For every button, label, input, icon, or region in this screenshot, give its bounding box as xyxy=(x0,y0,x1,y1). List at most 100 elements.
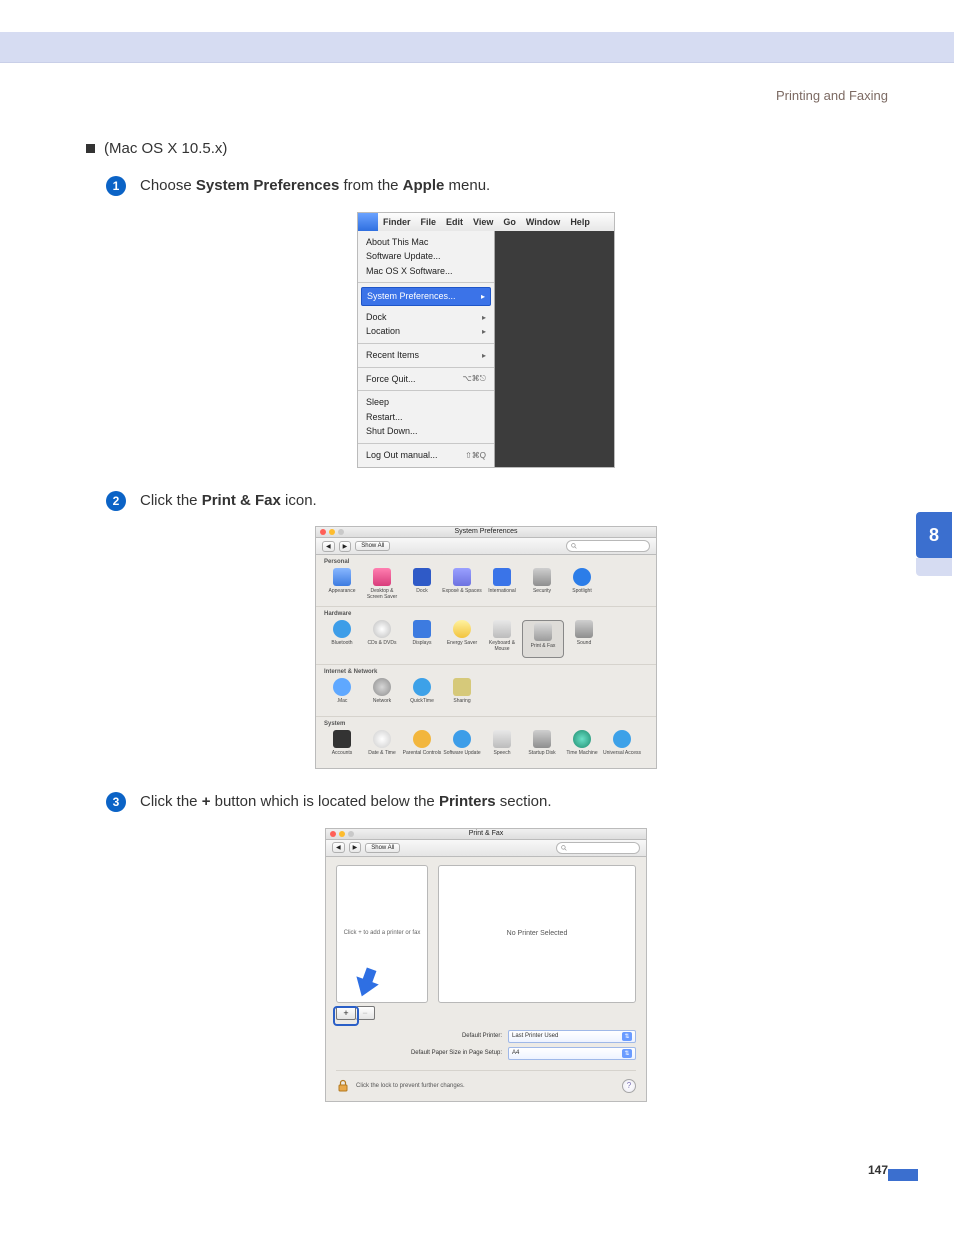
menu-shutdown[interactable]: Shut Down... xyxy=(366,424,486,439)
forward-button[interactable]: ▶ xyxy=(339,541,352,552)
menu-group: About This Mac Software Update... Mac OS… xyxy=(358,231,494,284)
show-all-button[interactable]: Show All xyxy=(355,541,390,551)
pref-startup-disk[interactable]: Startup Disk xyxy=(522,730,562,762)
pref-dotmac[interactable]: .Mac xyxy=(322,678,362,710)
menu-restart[interactable]: Restart... xyxy=(366,410,486,425)
content: (Mac OS X 10.5.x) 1 Choose System Prefer… xyxy=(86,140,886,1124)
menu-edit[interactable]: Edit xyxy=(441,217,468,227)
desktop-icon xyxy=(373,568,391,586)
menu-logout[interactable]: Log Out manual...⇧⌘Q xyxy=(366,448,486,463)
back-button[interactable]: ◀ xyxy=(332,842,345,853)
pref-spotlight[interactable]: Spotlight xyxy=(562,568,602,600)
pref-date-time[interactable]: Date & Time xyxy=(362,730,402,762)
menu-group: Force Quit...⌥⌘⎋ xyxy=(358,368,494,392)
quicktime-icon xyxy=(413,678,431,696)
universal-access-icon xyxy=(613,730,631,748)
forward-button[interactable]: ▶ xyxy=(349,842,362,853)
date-time-icon xyxy=(373,730,391,748)
dock-icon xyxy=(413,568,431,586)
pref-parental[interactable]: Parental Controls xyxy=(402,730,442,762)
pref-appearance[interactable]: Appearance xyxy=(322,568,362,600)
pref-expose[interactable]: Exposé & Spaces xyxy=(442,568,482,600)
sharing-icon xyxy=(453,678,471,696)
menu-file[interactable]: File xyxy=(416,217,442,227)
menu-help[interactable]: Help xyxy=(565,217,595,227)
bold: System Preferences xyxy=(196,177,339,194)
default-printer-select[interactable]: Last Printer Used⇅ xyxy=(508,1030,636,1043)
default-printer-row: Default Printer: Last Printer Used⇅ xyxy=(336,1030,636,1043)
apple-menu-icon[interactable] xyxy=(358,213,378,231)
chevron-updown-icon: ⇅ xyxy=(622,1032,632,1041)
menu-dock[interactable]: Dock▸ xyxy=(366,310,486,325)
menu-recent-items[interactable]: Recent Items▸ xyxy=(366,348,486,363)
pref-universal-access[interactable]: Universal Access xyxy=(602,730,642,762)
search-input[interactable] xyxy=(556,842,640,854)
pref-speech[interactable]: Speech xyxy=(482,730,522,762)
app-name[interactable]: Finder xyxy=(378,217,416,227)
pref-displays[interactable]: Displays xyxy=(402,620,442,658)
menu-sleep[interactable]: Sleep xyxy=(366,395,486,410)
pref-security[interactable]: Security xyxy=(522,568,562,600)
bluetooth-icon xyxy=(333,620,351,638)
menu-system-preferences[interactable]: System Preferences...▸ xyxy=(361,287,491,306)
step-2-text: Click the Print & Fax icon. xyxy=(140,490,317,513)
screenshot-3-wrap: Print & Fax ◀ ▶ Show All Click + to add … xyxy=(86,828,886,1102)
text: Choose xyxy=(140,177,196,194)
pref-accounts[interactable]: Accounts xyxy=(322,730,362,762)
menu-macosx-software[interactable]: Mac OS X Software... xyxy=(366,264,486,279)
show-all-button[interactable]: Show All xyxy=(365,843,400,853)
menu-window[interactable]: Window xyxy=(521,217,565,227)
disc-icon xyxy=(373,620,391,638)
help-button[interactable]: ? xyxy=(622,1079,636,1093)
close-icon[interactable] xyxy=(330,831,336,837)
time-machine-icon xyxy=(573,730,591,748)
paper-size-select[interactable]: A4⇅ xyxy=(508,1047,636,1060)
row-personal: Appearance Desktop & Screen Saver Dock E… xyxy=(316,565,656,607)
settings-fields: Default Printer: Last Printer Used⇅ Defa… xyxy=(336,1030,636,1060)
menu-about[interactable]: About This Mac xyxy=(366,235,486,250)
text: menu. xyxy=(444,177,490,194)
pref-print-fax[interactable]: Print & Fax xyxy=(522,620,564,658)
section-title: (Mac OS X 10.5.x) xyxy=(104,140,227,157)
row-hardware: Bluetooth CDs & DVDs Displays Energy Sav… xyxy=(316,617,656,665)
sound-icon xyxy=(575,620,593,638)
pref-software-update[interactable]: Software Update xyxy=(442,730,482,762)
row-internet: .Mac Network QuickTime Sharing xyxy=(316,675,656,717)
zoom-icon[interactable] xyxy=(348,831,354,837)
bold: Printers xyxy=(439,793,496,810)
zoom-icon[interactable] xyxy=(338,529,344,535)
pref-time-machine[interactable]: Time Machine xyxy=(562,730,602,762)
minimize-icon[interactable] xyxy=(339,831,345,837)
search-input[interactable] xyxy=(566,540,650,552)
pref-sharing[interactable]: Sharing xyxy=(442,678,482,710)
minimize-icon[interactable] xyxy=(329,529,335,535)
pref-keyboard-mouse[interactable]: Keyboard & Mouse xyxy=(482,620,522,658)
pref-desktop[interactable]: Desktop & Screen Saver xyxy=(362,568,402,600)
menu-view[interactable]: View xyxy=(468,217,498,227)
pref-bluetooth[interactable]: Bluetooth xyxy=(322,620,362,658)
pref-dock[interactable]: Dock xyxy=(402,568,442,600)
software-update-icon xyxy=(453,730,471,748)
menu-force-quit[interactable]: Force Quit...⌥⌘⎋ xyxy=(366,372,486,387)
lock-icon[interactable] xyxy=(336,1079,350,1093)
menu-go[interactable]: Go xyxy=(498,217,521,227)
pref-international[interactable]: International xyxy=(482,568,522,600)
step-1: 1 Choose System Preferences from the App… xyxy=(106,175,886,198)
back-button[interactable]: ◀ xyxy=(322,541,335,552)
pref-sound[interactable]: Sound xyxy=(564,620,604,658)
bold: Apple xyxy=(403,177,445,194)
close-icon[interactable] xyxy=(320,529,326,535)
expose-icon xyxy=(453,568,471,586)
menu-software-update[interactable]: Software Update... xyxy=(366,249,486,264)
category-system: System xyxy=(316,717,656,727)
window-title: Print & Fax xyxy=(326,829,646,837)
pref-cds-dvds[interactable]: CDs & DVDs xyxy=(362,620,402,658)
pref-quicktime[interactable]: QuickTime xyxy=(402,678,442,710)
menu-location[interactable]: Location▸ xyxy=(366,324,486,339)
pref-network[interactable]: Network xyxy=(362,678,402,710)
section-heading: (Mac OS X 10.5.x) xyxy=(86,140,886,157)
chevron-updown-icon: ⇅ xyxy=(622,1049,632,1058)
pref-energy[interactable]: Energy Saver xyxy=(442,620,482,658)
displays-icon xyxy=(413,620,431,638)
accounts-icon xyxy=(333,730,351,748)
